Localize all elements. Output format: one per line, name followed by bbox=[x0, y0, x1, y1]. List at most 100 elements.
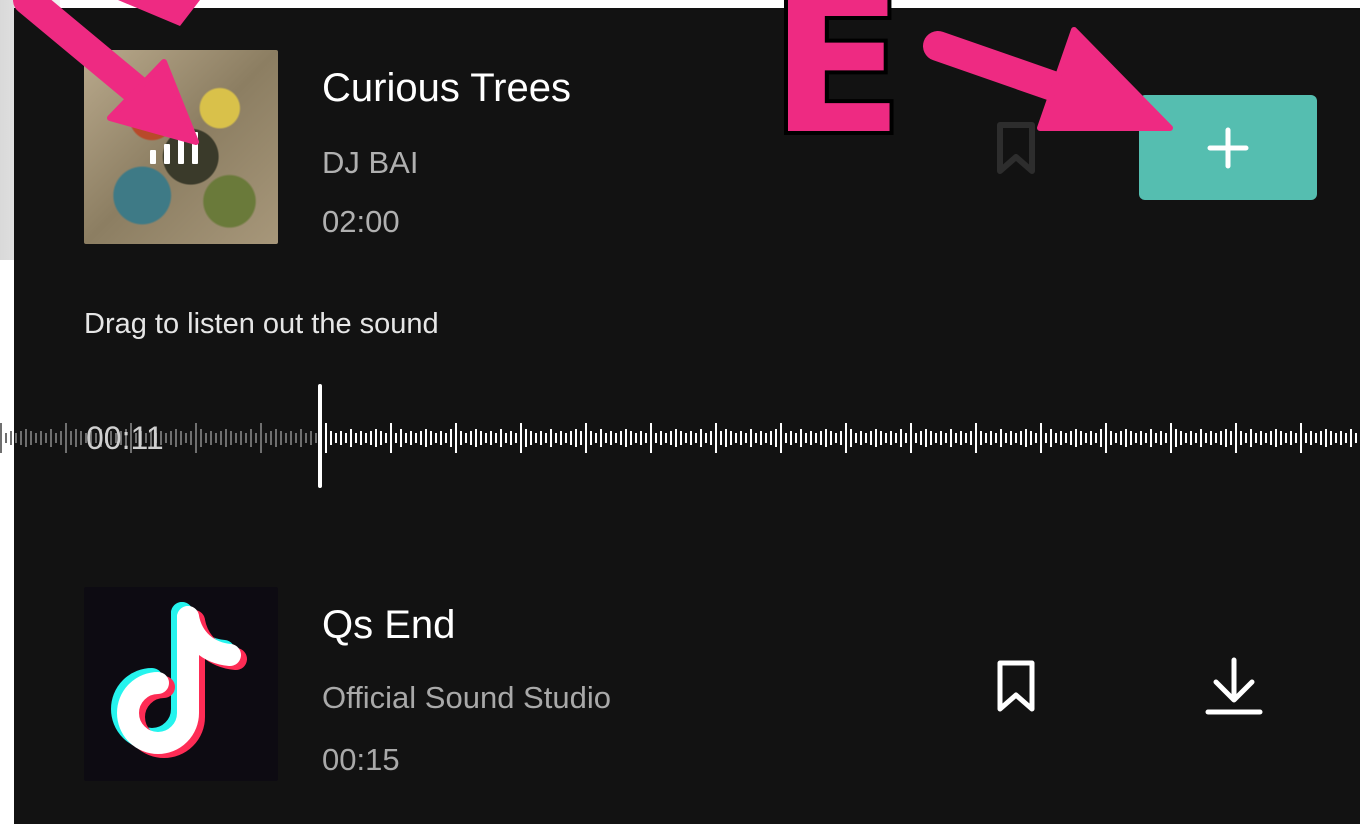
waveform-bar bbox=[345, 433, 347, 443]
waveform-bar bbox=[680, 431, 682, 445]
track-2-download-button[interactable] bbox=[1202, 652, 1266, 720]
waveform-bar bbox=[1160, 431, 1162, 445]
waveform-bar bbox=[350, 429, 352, 447]
waveform-bar bbox=[1255, 433, 1257, 443]
waveform-bar bbox=[620, 431, 622, 445]
waveform-bar bbox=[1045, 433, 1047, 443]
waveform-bar bbox=[550, 429, 552, 447]
waveform-bar bbox=[235, 433, 237, 443]
scrubber-playhead[interactable] bbox=[318, 384, 322, 488]
waveform-bar bbox=[685, 433, 687, 443]
waveform-bar bbox=[500, 429, 502, 447]
waveform-bar bbox=[485, 433, 487, 443]
track-2-title[interactable]: Qs End bbox=[322, 603, 455, 648]
waveform-bar bbox=[1335, 433, 1337, 443]
waveform-bar bbox=[310, 431, 312, 445]
waveform-bar bbox=[780, 423, 782, 453]
waveform-bar bbox=[1085, 433, 1087, 443]
waveform-bar bbox=[640, 431, 642, 445]
waveform-bar bbox=[50, 429, 52, 447]
waveform-bar bbox=[1130, 431, 1132, 445]
waveform-bar bbox=[1295, 433, 1297, 443]
waveform-bar bbox=[910, 423, 912, 453]
waveform-bar bbox=[1310, 431, 1312, 445]
waveform-bar bbox=[520, 423, 522, 453]
waveform-bar bbox=[1005, 433, 1007, 443]
waveform-bar bbox=[385, 433, 387, 443]
waveform-bar bbox=[1065, 433, 1067, 443]
waveform-bar bbox=[840, 431, 842, 445]
sound-waveform-scrubber[interactable] bbox=[0, 392, 1360, 488]
waveform-bar bbox=[355, 433, 357, 443]
waveform-bar bbox=[80, 431, 82, 445]
waveform-bar bbox=[425, 429, 427, 447]
waveform-bar bbox=[1050, 429, 1052, 447]
waveform-bar bbox=[305, 433, 307, 443]
waveform-bar bbox=[1125, 429, 1127, 447]
waveform-bar bbox=[230, 431, 232, 445]
waveform-bar bbox=[1040, 423, 1042, 453]
waveform-bar bbox=[970, 431, 972, 445]
track-2-bookmark-button[interactable] bbox=[986, 654, 1046, 718]
waveform-bar bbox=[415, 433, 417, 443]
waveform-bar bbox=[1205, 433, 1207, 443]
waveform-bar bbox=[1170, 423, 1172, 453]
waveform-bar bbox=[1165, 433, 1167, 443]
waveform-bar bbox=[1220, 431, 1222, 445]
waveform-bar bbox=[890, 431, 892, 445]
waveform-bar bbox=[595, 433, 597, 443]
waveform-bar bbox=[1275, 429, 1277, 447]
waveform-bar bbox=[515, 433, 517, 443]
waveform-bar bbox=[900, 429, 902, 447]
waveform-bar bbox=[205, 433, 207, 443]
waveform-bar bbox=[770, 431, 772, 445]
waveform-bar bbox=[955, 433, 957, 443]
waveform-bar bbox=[1290, 431, 1292, 445]
waveform-bar bbox=[1140, 431, 1142, 445]
waveform-bar bbox=[650, 423, 652, 453]
waveform-bar bbox=[1345, 433, 1347, 443]
waveform-bar bbox=[65, 423, 67, 453]
waveform-bar bbox=[560, 431, 562, 445]
waveform-bar bbox=[40, 431, 42, 445]
waveform-bar bbox=[535, 433, 537, 443]
waveform-bar bbox=[280, 431, 282, 445]
waveform-bar bbox=[675, 429, 677, 447]
track-1-cover-art[interactable] bbox=[84, 50, 278, 244]
waveform-bar bbox=[1055, 433, 1057, 443]
waveform-bar bbox=[925, 429, 927, 447]
waveform-bar bbox=[1235, 423, 1237, 453]
waveform-bar bbox=[70, 431, 72, 445]
waveform-bar bbox=[820, 431, 822, 445]
waveform-bar bbox=[905, 433, 907, 443]
waveform-bar bbox=[1110, 431, 1112, 445]
track-2-duration: 00:15 bbox=[322, 742, 400, 777]
waveform-bar bbox=[695, 433, 697, 443]
waveform-bar bbox=[590, 431, 592, 445]
waveform-bar bbox=[1355, 433, 1357, 443]
waveform-bar bbox=[690, 431, 692, 445]
use-sound-add-button[interactable] bbox=[1139, 95, 1317, 200]
waveform-bar bbox=[475, 429, 477, 447]
waveform-bar bbox=[0, 423, 2, 453]
waveform-bar bbox=[300, 429, 302, 447]
track-1-duration: 02:00 bbox=[322, 204, 400, 239]
waveform-bar bbox=[1230, 431, 1232, 445]
track-1-title[interactable]: Curious Trees bbox=[322, 66, 571, 111]
track-2-cover-art[interactable] bbox=[84, 587, 278, 781]
waveform-bar bbox=[730, 431, 732, 445]
waveform-bar bbox=[445, 433, 447, 443]
waveform-bar bbox=[930, 431, 932, 445]
waveform-bar bbox=[960, 431, 962, 445]
waveform-bar bbox=[740, 431, 742, 445]
track-1-bookmark-button[interactable] bbox=[986, 118, 1046, 178]
waveform-bar bbox=[15, 433, 17, 443]
waveform-bar bbox=[1350, 429, 1352, 447]
waveform-bar bbox=[975, 423, 977, 453]
waveform-bar bbox=[395, 433, 397, 443]
waveform-bar bbox=[450, 429, 452, 447]
waveform-bar bbox=[1340, 431, 1342, 445]
plus-icon bbox=[1207, 127, 1249, 168]
waveform-bar bbox=[1100, 429, 1102, 447]
scrubber-hint: Drag to listen out the sound bbox=[84, 308, 439, 340]
